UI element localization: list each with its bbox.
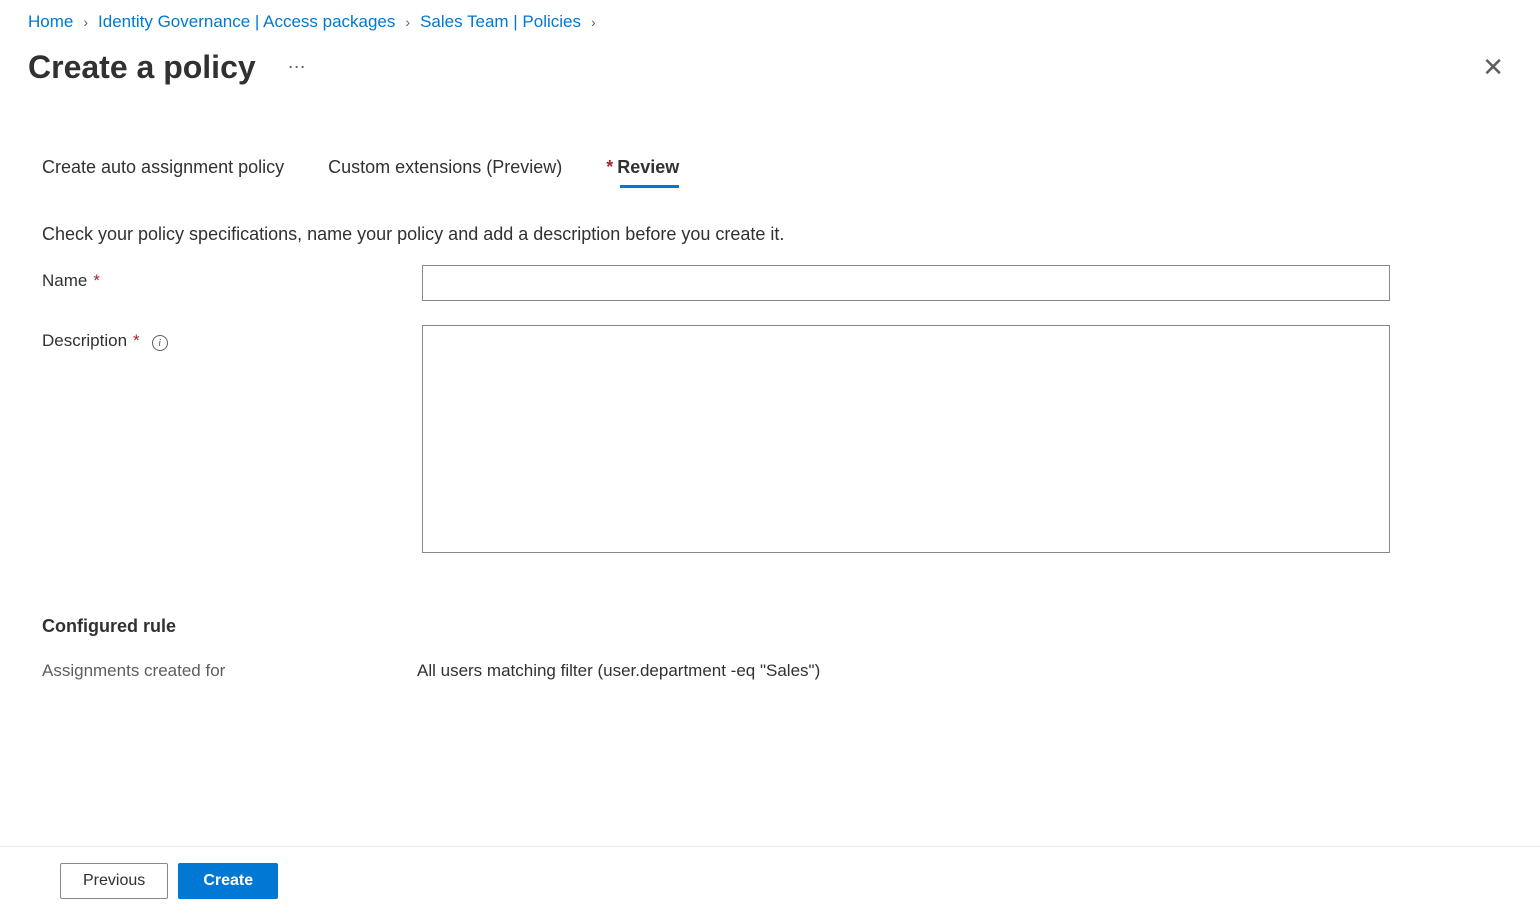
tab-label: Review — [617, 157, 679, 177]
tab-custom-extensions[interactable]: Custom extensions (Preview) — [328, 157, 562, 188]
name-label: Name * — [42, 265, 422, 301]
chevron-right-icon: › — [405, 14, 410, 30]
close-icon[interactable]: ✕ — [1474, 48, 1512, 87]
page-header: Create a policy ⋯ ✕ — [28, 48, 1512, 87]
assignments-row: Assignments created for All users matchi… — [42, 661, 1512, 681]
tabs: Create auto assignment policy Custom ext… — [42, 157, 1512, 188]
previous-button[interactable]: Previous — [60, 863, 168, 899]
chevron-right-icon: › — [591, 14, 596, 30]
description-label: Description * i — [42, 325, 422, 556]
breadcrumb-link-sales-team[interactable]: Sales Team | Policies — [420, 12, 581, 32]
chevron-right-icon: › — [83, 14, 88, 30]
create-button[interactable]: Create — [178, 863, 278, 899]
required-asterisk-icon: * — [93, 271, 100, 291]
required-asterisk-icon: * — [606, 157, 613, 177]
assignments-value: All users matching filter (user.departme… — [417, 661, 820, 681]
tab-review[interactable]: *Review — [606, 157, 679, 188]
footer: Previous Create — [0, 846, 1540, 915]
instruction-text: Check your policy specifications, name y… — [42, 224, 1512, 245]
tab-label: Custom extensions (Preview) — [328, 157, 562, 177]
breadcrumb: Home › Identity Governance | Access pack… — [28, 12, 1512, 32]
info-icon[interactable]: i — [152, 335, 168, 351]
tab-create-auto-assignment[interactable]: Create auto assignment policy — [42, 157, 284, 188]
tab-label: Create auto assignment policy — [42, 157, 284, 177]
configured-rule-heading: Configured rule — [42, 616, 1512, 637]
assignments-label: Assignments created for — [42, 661, 417, 681]
form-row-description: Description * i — [42, 325, 1512, 556]
page-title: Create a policy — [28, 49, 256, 86]
breadcrumb-link-identity-governance[interactable]: Identity Governance | Access packages — [98, 12, 395, 32]
form-row-name: Name * — [42, 265, 1512, 301]
description-input[interactable] — [422, 325, 1390, 553]
more-icon[interactable]: ⋯ — [288, 57, 307, 78]
required-asterisk-icon: * — [133, 331, 140, 351]
breadcrumb-link-home[interactable]: Home — [28, 12, 73, 32]
name-input[interactable] — [422, 265, 1390, 301]
